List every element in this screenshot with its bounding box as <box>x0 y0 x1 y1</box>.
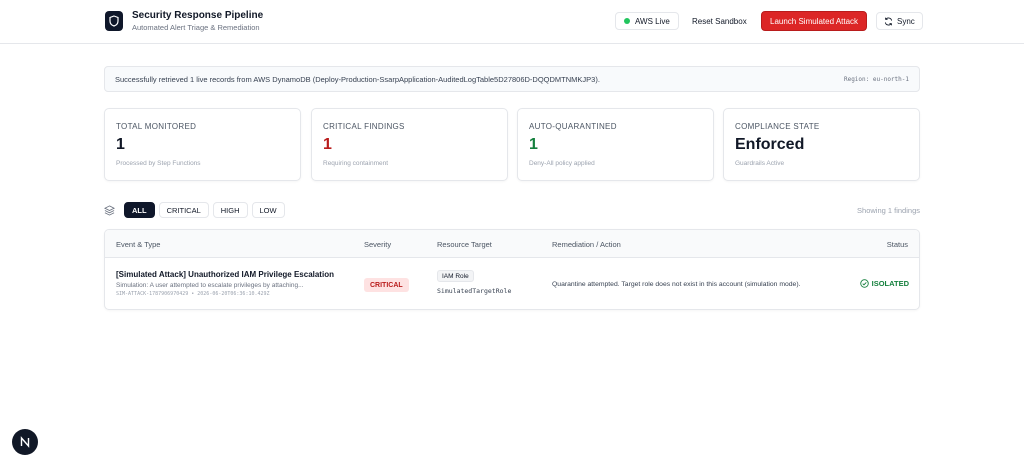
status-badge: ISOLATED <box>859 279 909 288</box>
card-value: 1 <box>116 136 125 153</box>
sync-button[interactable]: Sync <box>876 12 923 30</box>
card-label: COMPLIANCE STATE <box>735 122 820 131</box>
status-dot-icon <box>624 18 630 24</box>
top-navigation-bar: Security Response Pipeline Automated Ale… <box>0 0 1024 44</box>
banner-message: Successfully retrieved 1 live records fr… <box>115 75 600 84</box>
column-header-event: Event & Type <box>116 240 161 249</box>
card-value: 1 <box>323 136 332 153</box>
card-value: Enforced <box>735 136 805 153</box>
event-description: Simulation: A user attempted to escalate… <box>116 282 304 289</box>
reset-sandbox-button[interactable]: Reset Sandbox <box>688 12 751 30</box>
sync-label: Sync <box>897 16 915 26</box>
findings-table: Event & Type Severity Resource Target Re… <box>104 229 920 310</box>
findings-count: Showing 1 findings <box>857 206 920 215</box>
aws-live-label: AWS Live <box>635 16 670 26</box>
column-header-severity: Severity <box>364 240 392 249</box>
stat-card-critical-findings: CRITICAL FINDINGS 1 Requiring containmen… <box>311 108 508 181</box>
shield-icon <box>105 11 123 31</box>
column-header-resource: Resource Target <box>437 240 492 249</box>
table-row[interactable]: [Simulated Attack] Unauthorized IAM Priv… <box>105 258 919 309</box>
filter-chip-high[interactable]: HIGH <box>212 202 248 218</box>
status-label: ISOLATED <box>871 279 909 288</box>
filter-chip-low[interactable]: LOW <box>251 202 285 218</box>
severity-filter-bar: ALL CRITICAL HIGH LOW <box>104 202 285 218</box>
remediation-text: Quarantine attempted. Target role does n… <box>552 281 801 288</box>
layers-icon <box>104 204 116 216</box>
filter-chip-all[interactable]: ALL <box>124 202 155 218</box>
event-id: SIM-ATTACK-1787906970429 • 2026-06-20T06… <box>116 291 270 297</box>
region-label: Region: eu-north-1 <box>843 76 909 83</box>
card-note: Deny-All policy applied <box>529 160 595 167</box>
table-header: Event & Type Severity Resource Target Re… <box>105 230 919 258</box>
check-circle-icon <box>859 279 869 288</box>
stat-card-total-monitored: TOTAL MONITORED 1 Processed by Step Func… <box>104 108 301 181</box>
app-subtitle: Automated Alert Triage & Remediation <box>132 23 260 32</box>
column-header-status: Status <box>886 240 908 249</box>
card-label: AUTO-QUARANTINED <box>529 122 617 131</box>
card-note: Requiring containment <box>323 160 389 167</box>
status-banner: Successfully retrieved 1 live records fr… <box>104 66 920 92</box>
card-label: TOTAL MONITORED <box>116 122 197 131</box>
refresh-icon <box>884 17 893 25</box>
filter-chip-critical[interactable]: CRITICAL <box>158 202 209 218</box>
launch-simulated-attack-button[interactable]: Launch Simulated Attack <box>761 11 868 31</box>
stat-card-compliance-state: COMPLIANCE STATE Enforced Guardrails Act… <box>723 108 920 181</box>
card-note: Guardrails Active <box>735 160 785 167</box>
aws-live-indicator: AWS Live <box>615 12 679 30</box>
column-header-remediation: Remediation / Action <box>552 240 621 249</box>
resource-name: SimulatedTargetRole <box>437 287 512 295</box>
event-title: [Simulated Attack] Unauthorized IAM Priv… <box>116 270 334 279</box>
severity-badge: CRITICAL <box>364 278 409 292</box>
card-value: 1 <box>529 136 538 153</box>
app-title: Security Response Pipeline <box>132 10 264 21</box>
n-logo-icon[interactable] <box>12 429 38 455</box>
stat-card-auto-quarantined: AUTO-QUARANTINED 1 Deny-All policy appli… <box>517 108 714 181</box>
card-note: Processed by Step Functions <box>116 160 201 167</box>
card-label: CRITICAL FINDINGS <box>323 122 405 131</box>
resource-type-badge: IAM Role <box>437 270 474 282</box>
